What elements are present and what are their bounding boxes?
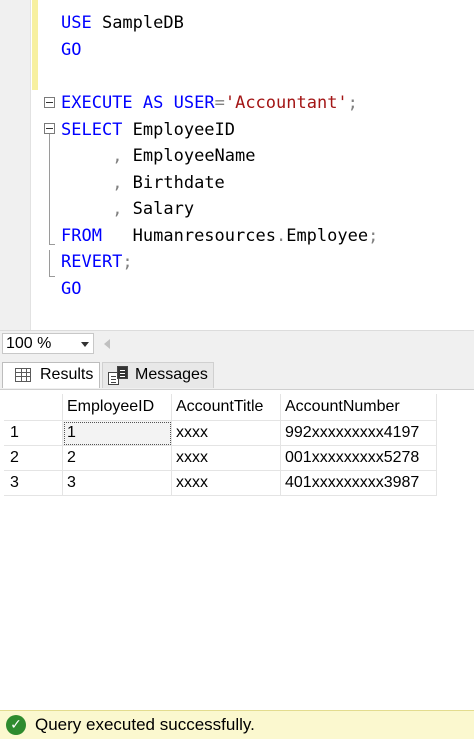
table-row: 2 2 xxxx 001xxxxxxxxx5278 (4, 445, 437, 471)
grid-cell[interactable]: xxxx (171, 420, 281, 446)
operator: . (275, 226, 287, 246)
code-text: EmployeeID (122, 120, 236, 140)
fold-guide-end (49, 244, 55, 245)
editor-gutter (0, 0, 31, 330)
code-line-4[interactable]: SELECT EmployeeID (61, 117, 235, 143)
keyword: AS (142, 93, 164, 113)
tab-messages[interactable]: Messages (102, 362, 214, 388)
table-row: 1 1 xxxx 992xxxxxxxxx4197 (4, 420, 437, 446)
column-header[interactable]: AccountNumber (280, 394, 437, 421)
tab-results-label: Results (40, 366, 94, 383)
operator: ; (368, 226, 379, 246)
keyword: GO (61, 40, 82, 60)
grid-cell[interactable]: xxxx (171, 470, 281, 496)
grid-cell[interactable]: 1 (62, 420, 172, 446)
code-text: EmployeeName (122, 146, 256, 166)
code-text: Salary (122, 199, 195, 219)
code-line-3[interactable]: EXECUTE AS USER='Accountant'; (61, 90, 358, 116)
status-bar: ✓ Query executed successfully. (0, 710, 474, 739)
keyword: USE (61, 13, 92, 33)
fold-guide-end (49, 276, 55, 277)
grid-cell[interactable]: 401xxxxxxxxx3987 (280, 470, 437, 496)
status-text: Query executed successfully. (35, 715, 255, 734)
keyword: SELECT (61, 120, 123, 140)
zoom-dropdown[interactable]: 100 % (2, 333, 94, 354)
code-text: SampleDB (91, 13, 184, 33)
zoom-value: 100 % (6, 335, 52, 352)
grid-cell[interactable]: xxxx (171, 445, 281, 471)
chevron-down-icon[interactable] (81, 342, 89, 347)
collapse-execute-icon[interactable] (44, 97, 55, 108)
grid-cell[interactable]: 001xxxxxxxxx5278 (280, 445, 437, 471)
check-circle-icon: ✓ (6, 715, 26, 735)
operator: , (112, 146, 123, 166)
results-grid[interactable]: EmployeeID AccountTitle AccountNumber 1 … (4, 394, 437, 496)
messages-icon (108, 366, 130, 386)
code-line-2[interactable]: GO (61, 37, 81, 63)
code-line-7[interactable]: , Salary (61, 196, 194, 222)
row-number[interactable]: 2 (4, 445, 63, 471)
code-line-6[interactable]: , Birthdate (61, 170, 225, 196)
fold-guide (49, 250, 50, 276)
table-row: 3 3 xxxx 401xxxxxxxxx3987 (4, 470, 437, 496)
zoom-bar: 100 % (0, 330, 474, 357)
row-header-corner[interactable] (4, 394, 63, 421)
tab-messages-label: Messages (135, 366, 208, 383)
code-text: Humanresources (101, 226, 276, 246)
row-number[interactable]: 1 (4, 420, 63, 446)
code-line-8[interactable]: FROM Humanresources.Employee; (61, 223, 378, 249)
change-tracking-bar (32, 0, 38, 90)
code-line-9[interactable]: REVERT; (61, 249, 133, 275)
column-header[interactable]: EmployeeID (62, 394, 172, 421)
tab-results[interactable]: Results (2, 362, 100, 388)
scroll-left-icon[interactable] (104, 339, 110, 349)
grid-cell[interactable]: 3 (62, 470, 172, 496)
keyword: GO (61, 279, 82, 299)
code-text: Birthdate (122, 173, 225, 193)
operator: ; (122, 252, 133, 272)
keyword: REVERT (61, 252, 123, 272)
fold-guide (49, 134, 50, 244)
operator: ; (347, 93, 358, 113)
operator: = (214, 93, 225, 113)
code-text: Employee (286, 226, 369, 246)
code-line-5[interactable]: , EmployeeName (61, 143, 256, 169)
collapse-select-icon[interactable] (44, 123, 55, 134)
column-header[interactable]: AccountTitle (171, 394, 281, 421)
column-header-row: EmployeeID AccountTitle AccountNumber (4, 394, 437, 421)
operator: , (112, 173, 123, 193)
keyword: FROM (61, 226, 102, 246)
results-tab-strip: Results Messages (0, 357, 474, 390)
grid-cell[interactable]: 2 (62, 445, 172, 471)
grid-cell[interactable]: 992xxxxxxxxx4197 (280, 420, 437, 446)
string-literal: 'Accountant' (224, 93, 348, 113)
code-line-10[interactable]: GO (61, 276, 81, 302)
keyword: EXECUTE (61, 93, 133, 113)
query-editor[interactable]: USE SampleDB GO EXECUTE AS USER='Account… (0, 0, 474, 330)
keyword: USER (173, 93, 215, 113)
operator: , (112, 199, 123, 219)
grid-icon (15, 368, 31, 382)
code-line-1[interactable]: USE SampleDB (61, 10, 184, 36)
results-pane: EmployeeID AccountTitle AccountNumber 1 … (0, 390, 474, 710)
row-number[interactable]: 3 (4, 470, 63, 496)
